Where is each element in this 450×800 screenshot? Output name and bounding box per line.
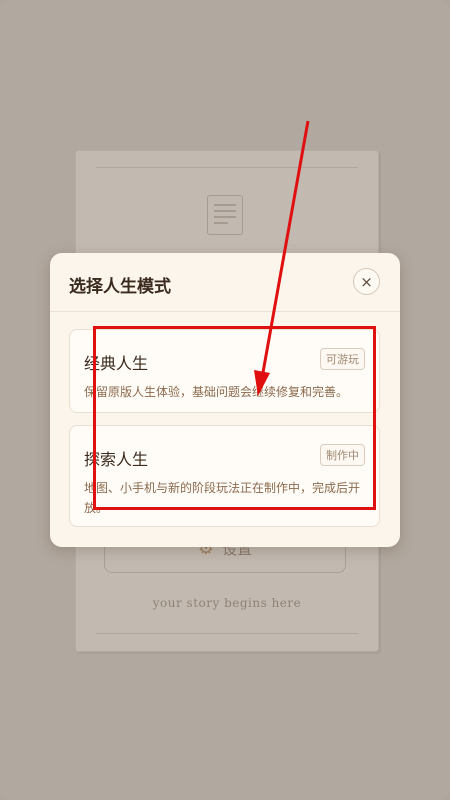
app-screen: ⚙ 设置 your story begins here 选择人生模式 × 经典人… [0,0,450,800]
annotation-arrow [254,120,310,396]
